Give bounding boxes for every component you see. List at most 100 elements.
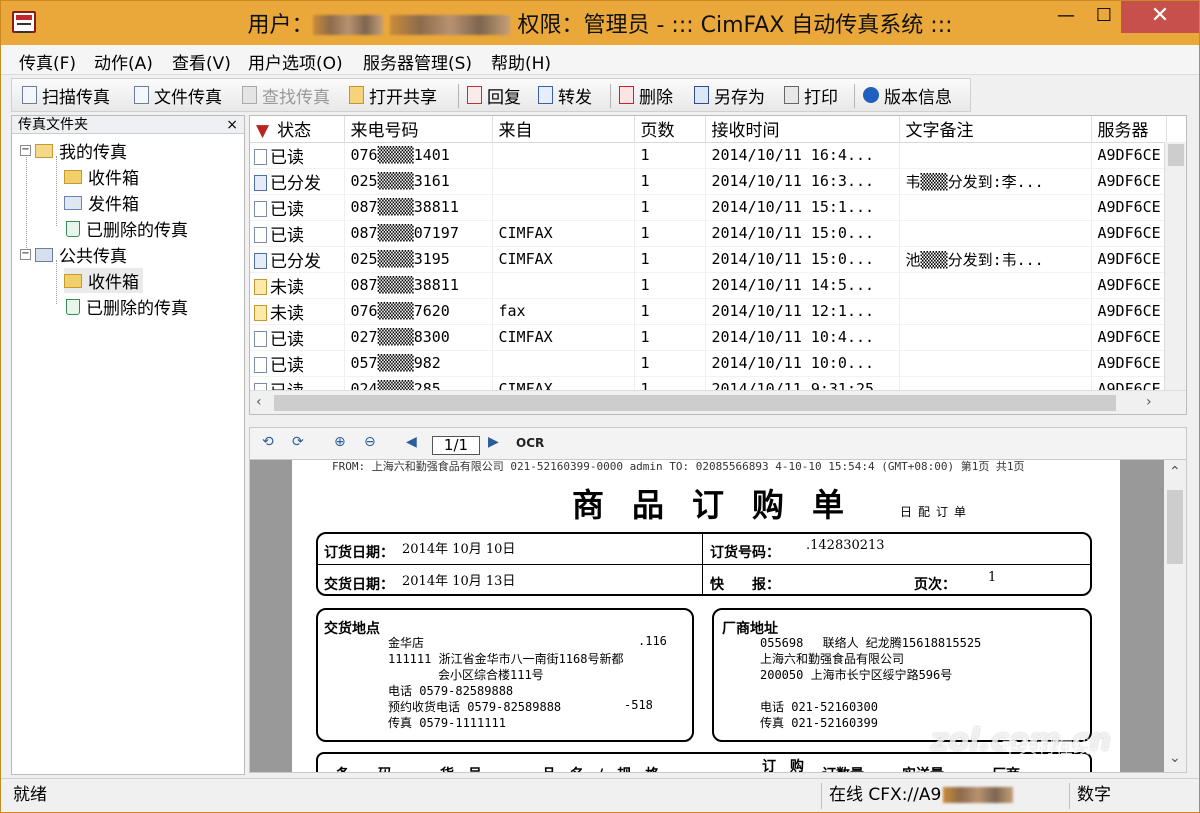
table-row[interactable]: 已分发 025▒▒▒▒3161 1 2014/10/11 16:3... 韦▒▒▒分发到… — [250, 168, 1167, 195]
next-page-icon[interactable]: ▶ — [488, 434, 499, 450]
table-row[interactable]: 已分发 025▒▒▒▒3195 CIMFAX 1 2014/10/11 15:0... 池… — [250, 246, 1167, 273]
from-cell — [492, 142, 635, 169]
panel-close-icon[interactable]: × — [226, 116, 238, 134]
time-cell: 2014/10/11 10:0... — [705, 350, 900, 377]
column-barcode: 条 码 — [336, 764, 392, 772]
preview-vertical-scrollbar[interactable]: ⌃ ⌄ — [1164, 460, 1186, 772]
previous-page-icon[interactable]: ◀ — [406, 434, 417, 450]
store-phone: 电话 0579-82589888 — [388, 684, 514, 698]
column-header-time[interactable]: 接收时间 — [705, 116, 900, 143]
scan-fax-label: 扫描传真 — [42, 87, 110, 108]
column-header-note[interactable]: 文字备注 — [899, 116, 1092, 143]
delete-button[interactable]: 删除 — [619, 82, 673, 108]
unread-fax-icon — [254, 304, 267, 321]
rotate-left-icon[interactable]: ⟲ — [262, 434, 274, 450]
watermark-text: 中关村在线 — [1001, 737, 1091, 758]
zoom-in-icon[interactable]: ⊕ — [334, 434, 346, 450]
title-bar[interactable]: 用户： 权限：管理员 - ::: CimFAX 自动传真系统 ::: — ☐ ✕ — [1, 1, 1199, 45]
ocr-button[interactable]: OCR — [516, 436, 544, 450]
public-deleted-label: 已删除的传真 — [86, 299, 188, 319]
public-folder-icon — [35, 247, 53, 262]
read-fax-icon — [254, 200, 267, 217]
menu-view[interactable]: 查看(V) — [172, 49, 231, 74]
column-header-number[interactable]: 来电号码 — [344, 116, 493, 143]
grid-vertical-scrollbar[interactable]: ⌄ — [1164, 142, 1186, 404]
menu-fax[interactable]: 传真(F) — [19, 49, 76, 74]
table-row[interactable]: 未读 076▒▒▒▒7620 fax 1 2014/10/11 12:1... A9DF6… — [250, 298, 1167, 325]
delivery-date-label: 交货日期： — [324, 577, 394, 593]
column-header-server[interactable]: 服务器 — [1091, 116, 1167, 143]
column-header-from[interactable]: 来自 — [492, 116, 635, 143]
scroll-left-arrow[interactable]: ‹ — [256, 394, 262, 410]
menu-user-options[interactable]: 用户选项(O) — [248, 49, 343, 74]
status-cell: 已分发 — [250, 246, 345, 273]
find-fax-button[interactable]: 查找传真 — [242, 82, 330, 108]
status-label: 已读 — [270, 355, 304, 376]
inbox-icon — [64, 273, 82, 288]
rotate-right-icon[interactable]: ⟳ — [292, 434, 304, 450]
status-cell: 已分发 — [250, 168, 345, 195]
table-row[interactable]: 已读 076▒▒▒▒1401 1 2014/10/11 16:4... A9DF6CE — [250, 142, 1167, 169]
scroll-down-arrow[interactable]: ⌄ — [1169, 750, 1181, 766]
time-cell: 2014/10/11 12:1... — [705, 298, 900, 325]
save-as-button[interactable]: 另存为 — [694, 82, 765, 108]
reply-button[interactable]: 回复 — [467, 82, 521, 108]
page-indicator[interactable]: 1/1 — [432, 436, 480, 455]
from-cell: fax — [492, 298, 635, 325]
table-row[interactable]: 已读 057▒▒▒▒982 1 2014/10/11 10:0... A9DF6CE — [250, 350, 1167, 377]
divider — [318, 564, 1090, 565]
scroll-thumb[interactable] — [1168, 144, 1184, 166]
grid-horizontal-scrollbar[interactable]: ‹ › — [250, 390, 1186, 414]
close-button[interactable]: ✕ — [1121, 1, 1199, 33]
zoom-out-icon[interactable]: ⊖ — [364, 434, 376, 450]
menu-help[interactable]: 帮助(H) — [491, 49, 551, 74]
menu-action[interactable]: 动作(A) — [94, 49, 153, 74]
number-cell: 025▒▒▒▒3161 — [344, 168, 493, 195]
tree-public-fax[interactable]: − 公共传真 — [20, 242, 127, 267]
number-cell: 057▒▒▒▒982 — [344, 350, 493, 377]
tree-my-fax[interactable]: − 我的传真 — [20, 138, 127, 163]
divider — [702, 534, 703, 594]
tree-public-inbox[interactable]: 收件箱 — [64, 268, 143, 293]
version-info-button[interactable]: 版本信息 — [863, 82, 952, 108]
tree-inbox[interactable]: 收件箱 — [64, 164, 139, 189]
fax-folder-panel: 传真文件夹 × − 我的传真 收件箱 发件箱 已删除的传真 − 公共传真 收件箱… — [11, 115, 245, 775]
forward-button[interactable]: 转发 — [538, 82, 592, 108]
server-cell: A9DF6CE — [1091, 272, 1167, 299]
scroll-up-arrow[interactable]: ⌃ — [1169, 464, 1181, 480]
collapse-icon[interactable]: − — [20, 145, 31, 156]
version-info-label: 版本信息 — [884, 87, 952, 108]
file-fax-button[interactable]: 文件传真 — [134, 82, 222, 108]
tree-deleted[interactable]: 已删除的传真 — [64, 216, 188, 241]
server-cell: A9DF6CE — [1091, 298, 1167, 325]
column-header-pages[interactable]: 页数 — [634, 116, 706, 143]
scroll-right-arrow[interactable]: › — [1146, 394, 1152, 410]
scroll-thumb[interactable] — [274, 395, 1116, 411]
scan-fax-button[interactable]: 扫描传真 — [22, 82, 110, 108]
menu-server-admin[interactable]: 服务器管理(S) — [363, 49, 472, 74]
number-cell: 076▒▒▒▒1401 — [344, 142, 493, 169]
delivery-date: 2014年 10月 13日 — [402, 574, 516, 589]
table-row[interactable]: 已读 087▒▒▒▒38811 1 2014/10/11 15:1... A9DF6CE — [250, 194, 1167, 221]
column-header-status[interactable]: ▼ 状态 — [250, 116, 345, 143]
forward-icon — [538, 86, 553, 104]
order-date-label: 订货日期： — [324, 545, 394, 561]
note-cell — [899, 194, 1092, 221]
collapse-icon[interactable]: − — [20, 249, 31, 260]
public-fax-label: 公共传真 — [59, 247, 127, 267]
table-row[interactable]: 已读 027▒▒▒▒8300 CIMFAX 1 2014/10/11 10:4... A9… — [250, 324, 1167, 351]
open-share-button[interactable]: 打开共享 — [349, 82, 437, 108]
order-no: .142830213 — [806, 538, 885, 553]
tree-public-deleted[interactable]: 已删除的传真 — [64, 294, 188, 319]
print-button[interactable]: 打印 — [784, 82, 838, 108]
filter-icon[interactable]: ▼ — [256, 121, 269, 141]
window-title: 用户： 权限：管理员 - ::: CimFAX 自动传真系统 ::: — [1, 7, 1199, 39]
table-row[interactable]: 已读 087▒▒▒▒07197 CIMFAX 1 2014/10/11 15:0... A… — [250, 220, 1167, 247]
info-icon — [863, 87, 879, 103]
public-inbox-label: 收件箱 — [88, 273, 139, 293]
tree-outbox[interactable]: 发件箱 — [64, 190, 139, 215]
scroll-thumb[interactable] — [1167, 490, 1183, 564]
table-row[interactable]: 未读 087▒▒▒▒38811 1 2014/10/11 14:5... A9DF6CE — [250, 272, 1167, 299]
blurred-username-2 — [390, 15, 511, 35]
vendor-fax: 传真 021-52160399 — [760, 716, 878, 730]
